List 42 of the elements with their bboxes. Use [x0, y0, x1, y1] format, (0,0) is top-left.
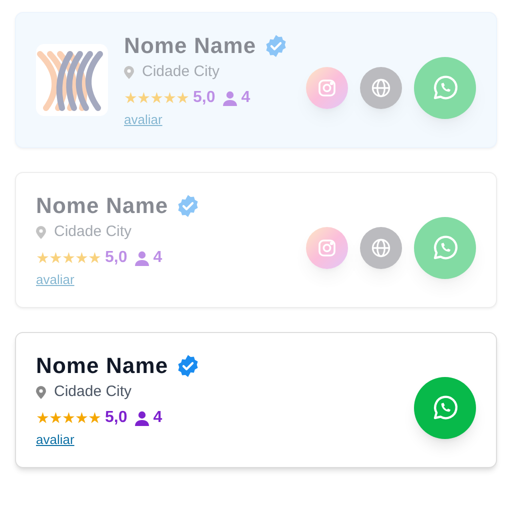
profile-name: Nome Name [36, 192, 168, 220]
person-icon [135, 250, 150, 266]
person-icon [223, 90, 238, 106]
globe-icon [370, 237, 392, 259]
profile-name: Nome Name [124, 32, 256, 60]
rating-value: 5,0 [105, 408, 128, 428]
star-icon: ★ [163, 90, 176, 106]
city-text: Cidade City [142, 63, 220, 82]
profile-name: Nome Name [36, 352, 168, 380]
star-icon: ★ [49, 250, 62, 266]
city-text: Cidade City [54, 383, 132, 402]
star-icon: ★ [49, 410, 62, 426]
verified-badge-icon [264, 34, 288, 58]
location-pin-icon [36, 226, 46, 240]
verified-badge-icon [176, 194, 200, 218]
location-pin-icon [36, 386, 46, 400]
person-icon [135, 410, 150, 426]
star-icon: ★ [137, 90, 150, 106]
review-count: 4 [153, 248, 162, 268]
rate-link[interactable]: avaliar [36, 432, 74, 448]
star-icon: ★ [176, 90, 189, 106]
star-icon: ★ [36, 410, 49, 426]
star-icon: ★ [62, 250, 75, 266]
rating-value: 5,0 [105, 248, 128, 268]
location-pin-icon [124, 66, 134, 80]
review-count: 4 [153, 408, 162, 428]
logo-drawing [36, 44, 108, 116]
star-icon: ★ [36, 250, 49, 266]
review-count: 4 [241, 88, 250, 108]
rating-value: 5,0 [193, 88, 216, 108]
camera-icon [317, 78, 337, 98]
star-icon: ★ [75, 250, 88, 266]
verified-badge-icon [176, 354, 200, 378]
star-icon: ★ [88, 250, 101, 266]
city-text: Cidade City [54, 223, 132, 242]
star-icon: ★ [88, 410, 101, 426]
star-icon: ★ [62, 410, 75, 426]
camera-icon [317, 238, 337, 258]
star-icon: ★ [124, 90, 137, 106]
star-icon: ★ [75, 410, 88, 426]
globe-icon [370, 77, 392, 99]
star-icon: ★ [150, 90, 163, 106]
